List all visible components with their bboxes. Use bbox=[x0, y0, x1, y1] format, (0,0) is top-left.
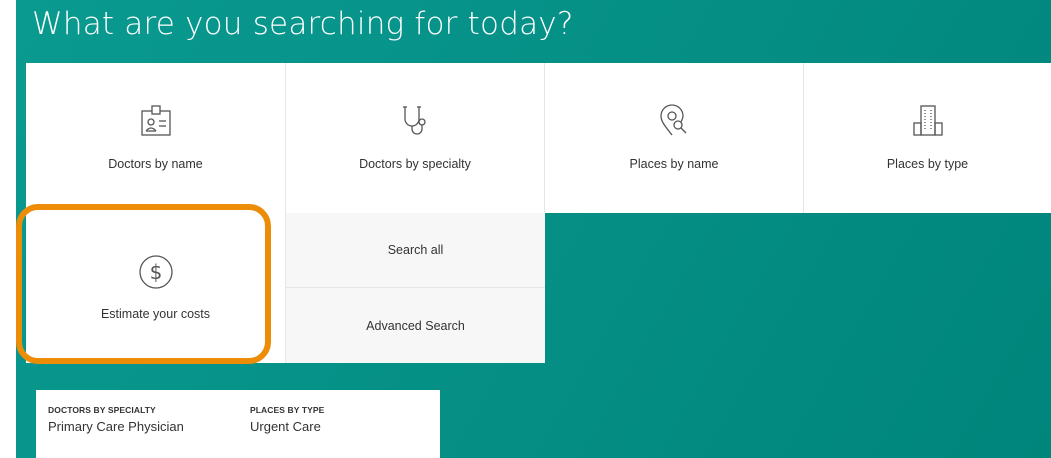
quick-search-value: Urgent Care bbox=[250, 419, 321, 434]
map-pin-search-icon bbox=[656, 103, 692, 144]
places-by-type-tile[interactable]: Places by type bbox=[804, 63, 1051, 213]
dollar-circle-icon: $ bbox=[137, 253, 175, 296]
doctors-by-specialty-tile[interactable]: Doctors by specialty bbox=[286, 63, 545, 213]
tile-label: Places by type bbox=[886, 157, 969, 171]
secondary-search-list: Search all Advanced Search bbox=[286, 213, 545, 363]
quick-search-urgent-care[interactable]: PLACES BY TYPE Urgent Care bbox=[238, 390, 440, 458]
places-by-name-tile[interactable]: Places by name bbox=[545, 63, 804, 213]
quick-search-category: PLACES BY TYPE bbox=[250, 405, 325, 415]
tile-label: Places by name bbox=[629, 157, 719, 171]
search-category-row: Doctors by name Doctors by specialty Pla… bbox=[26, 63, 1051, 213]
tile-label: Doctors by specialty bbox=[359, 157, 471, 171]
quick-search-category: DOCTORS BY SPECIALTY bbox=[48, 405, 156, 415]
svg-text:$: $ bbox=[149, 260, 162, 284]
search-all-link[interactable]: Search all bbox=[286, 213, 545, 288]
quick-search-primary-care[interactable]: DOCTORS BY SPECIALTY Primary Care Physic… bbox=[36, 390, 238, 458]
quick-search-value: Primary Care Physician bbox=[48, 419, 184, 434]
tile-label: Estimate your costs bbox=[100, 307, 211, 321]
stethoscope-icon bbox=[397, 103, 433, 144]
quick-searches: DOCTORS BY SPECIALTY Primary Care Physic… bbox=[36, 390, 440, 458]
estimate-costs-tile[interactable]: $ Estimate your costs bbox=[26, 213, 286, 363]
advanced-search-link[interactable]: Advanced Search bbox=[286, 288, 545, 363]
building-icon bbox=[910, 103, 946, 144]
doctors-by-name-tile[interactable]: Doctors by name bbox=[26, 63, 286, 213]
tile-label: Doctors by name bbox=[108, 157, 203, 171]
page-title: What are you searching for today? bbox=[32, 6, 574, 42]
id-card-icon bbox=[138, 103, 174, 144]
